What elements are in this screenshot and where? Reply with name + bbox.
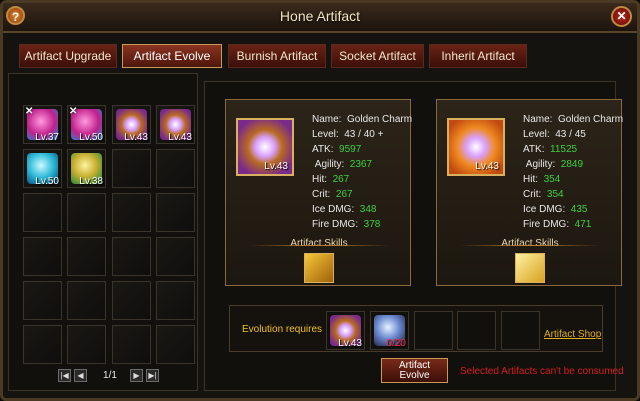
stat-fire-dmg: Fire DMG: 471 [523,219,592,230]
artifact-level-badge: Lv.43 [264,161,288,172]
archer-skill-icon[interactable] [515,253,545,283]
skills-title: Artifact Skills [501,238,559,249]
inventory-slot[interactable] [67,325,106,364]
inventory-slot[interactable] [156,193,195,232]
inventory-slot[interactable] [112,281,151,320]
inventory-slot[interactable] [156,281,195,320]
inventory-slot[interactable] [112,149,151,188]
empty-material-slot[interactable] [457,311,496,350]
page-indicator: 1/1 [103,370,117,381]
stat-agility: Agility: 2367 [314,159,373,170]
title-bar: ? Hone Artifact ✕ [3,3,637,33]
inventory-slot[interactable] [156,237,195,276]
stat-hit: Hit: 354 [523,174,561,185]
inventory-slot[interactable] [112,237,151,276]
inventory-slot[interactable] [23,325,62,364]
artifact-evolve-button[interactable]: Artifact Evolve [381,358,448,383]
next-page-button[interactable]: ▶ [130,369,143,382]
archer-skill-icon[interactable] [304,253,334,283]
inventory-slot[interactable]: ✕ Lv.37 [23,105,62,144]
golden-charm-icon[interactable]: Lv.43 [447,118,505,176]
lock-icon: ✕ [69,106,78,117]
inventory-slot[interactable]: Lv.43 [156,105,195,144]
inventory-slot[interactable]: Lv.43 [112,105,151,144]
lock-icon: ✕ [25,106,34,117]
close-button[interactable]: ✕ [611,6,632,27]
stat-level: Level: 43 / 40 + [312,129,384,140]
stat-agility: Agility: 2849 [525,159,584,170]
inventory-slot[interactable] [67,237,106,276]
inventory-slot[interactable] [112,193,151,232]
required-artifact-slot[interactable]: Lv.43 [326,311,365,350]
evolution-requires-label: Evolution requires [242,324,323,335]
required-artifact-level: Lv.43 [338,338,362,349]
inventory-slot[interactable] [67,193,106,232]
stat-atk: ATK: 11525 [523,144,578,155]
item-level: Lv.50 [35,176,59,187]
stat-name: Name: Golden Charm [312,114,413,125]
artifact-level-badge: Lv.43 [475,161,499,172]
inventory-slot[interactable] [67,281,106,320]
inventory-slot[interactable] [23,193,62,232]
evolution-requirements: Evolution requires Lv.43 0/20 Artifact S… [229,305,603,352]
stat-atk: ATK: 9597 [312,144,362,155]
golden-charm-icon[interactable]: Lv.43 [236,118,294,176]
item-level: Lv.50 [79,132,103,143]
inventory-slot[interactable]: Lv.50 [23,149,62,188]
artifact-shop-link[interactable]: Artifact Shop [544,329,601,340]
empty-material-slot[interactable] [414,311,453,350]
inventory-slot[interactable] [23,281,62,320]
tab-inherit-artifact[interactable]: Inherit Artifact [429,44,527,68]
stat-ice-dmg: Ice DMG: 435 [523,204,588,215]
stat-crit: Crit: 354 [523,189,564,200]
inventory-slot[interactable]: Lv.38 [67,149,106,188]
last-page-button[interactable]: ▶| [146,369,159,382]
stat-fire-dmg: Fire DMG: 378 [312,219,381,230]
stat-name: Name: Golden Charm [523,114,624,125]
tab-artifact-evolve[interactable]: Artifact Evolve [122,44,222,68]
prev-page-button[interactable]: ◀ [74,369,87,382]
inventory-slot[interactable]: ✕ Lv.50 [67,105,106,144]
first-page-button[interactable]: |◀ [58,369,71,382]
tab-artifact-upgrade[interactable]: Artifact Upgrade [19,44,117,68]
stat-ice-dmg: Ice DMG: 348 [312,204,377,215]
item-level: Lv.43 [168,132,192,143]
item-level: Lv.37 [35,132,59,143]
inventory-slot[interactable] [156,325,195,364]
tab-burnish-artifact[interactable]: Burnish Artifact [228,44,326,68]
inventory-slot[interactable] [112,325,151,364]
required-material-slot[interactable]: 0/20 [370,311,409,350]
current-artifact-card: Lv.43 Name: Golden Charm Level: 43 / 40 … [225,99,413,286]
inventory-slot[interactable] [156,149,195,188]
item-level: Lv.43 [124,132,148,143]
stat-crit: Crit: 267 [312,189,353,200]
hone-artifact-window: ? Hone Artifact ✕ Artifact Upgrade Artif… [0,0,640,401]
skills-title: Artifact Skills [290,238,348,249]
stat-hit: Hit: 267 [312,174,350,185]
window-title: Hone Artifact [279,8,361,24]
tab-socket-artifact[interactable]: Socket Artifact [331,44,424,68]
skills-divider [248,245,390,246]
inventory-slot[interactable] [23,237,62,276]
stat-level: Level: 43 / 45 [523,129,586,140]
skills-divider [459,245,601,246]
item-level: Lv.38 [79,176,103,187]
evolve-button-line2: Evolve [399,370,430,381]
consume-warning: Selected Artifacts can't be consumed [460,366,624,377]
empty-material-slot[interactable] [501,311,540,350]
material-count: 0/20 [386,338,406,349]
result-artifact-card: Lv.43 Name: Golden Charm Level: 43 / 45 … [436,99,624,286]
